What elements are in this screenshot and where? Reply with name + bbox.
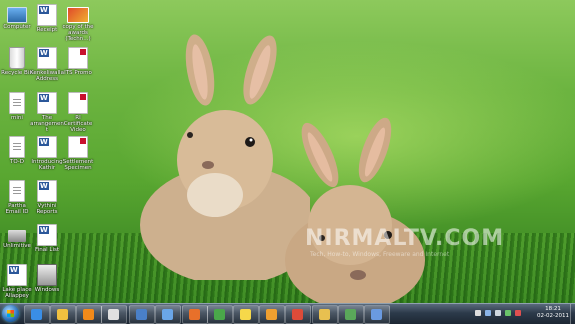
desktop-icon-receipt[interactable]: Receipt: [30, 4, 64, 33]
desktop-icon-label: The arrangement: [30, 115, 64, 134]
desktop-icon-label: Kenkeliwalla Address: [30, 70, 64, 83]
outlook-icon: [266, 309, 277, 320]
watermark-title: NIRMALTV.COM: [305, 226, 505, 251]
desktop-icon-its-promo[interactable]: ITS Promo: [61, 47, 95, 76]
desktop-icon-awards[interactable]: copy of the awards (Techn...): [61, 4, 95, 43]
media-player-icon: [83, 309, 94, 320]
app-check-icon: [136, 309, 147, 320]
word-document-icon: [37, 4, 57, 26]
desktop-icon-label: Unlimitive: [3, 243, 31, 249]
system-tray: 18:21 02-02-2011: [465, 304, 575, 324]
taskbar-button-file-explorer[interactable]: [50, 305, 76, 324]
desktop-icon-partha-email[interactable]: Partha Email ID: [0, 180, 34, 215]
app-blue-window-icon: [162, 309, 173, 320]
desktop-icon-label: RI Certificate Video: [63, 115, 93, 134]
desktop-icon-label: TO-D: [9, 159, 25, 165]
word-document-icon: [37, 47, 57, 69]
desktop-icon-arrangement[interactable]: The arrangement: [30, 92, 64, 134]
word-document-icon: [7, 264, 27, 286]
desktop-icon-label: Computer: [3, 24, 31, 30]
word-document-icon: [37, 92, 57, 114]
taskbar-button-media-player[interactable]: [76, 305, 102, 324]
app-icon: [8, 230, 26, 242]
pdf-file-icon: [68, 92, 88, 114]
tray-battery-icon[interactable]: [505, 310, 511, 316]
desktop-icon-lake-place[interactable]: Lake place Allappey: [0, 264, 34, 299]
desktop-icon-todo[interactable]: TO-D: [0, 136, 34, 165]
sticky-notes-icon: [240, 309, 251, 320]
desktop-icon-label: Receipt: [36, 27, 58, 33]
tray-app-icon[interactable]: [515, 310, 521, 316]
desktop-icon-label: copy of the awards (Techn...): [62, 24, 94, 43]
desktop-icon-final-list[interactable]: Final List: [30, 224, 64, 253]
taskbar-button-hp-app[interactable]: [101, 305, 127, 324]
show-desktop-button[interactable]: [570, 304, 575, 324]
desktop-icon-label: Settlement Specimen: [62, 159, 94, 172]
taskbar-button-app-yellow-folder[interactable]: [312, 305, 338, 324]
desktop[interactable]: NIRMALTV.COM Tech, How-to, Windows, Free…: [0, 0, 575, 303]
internet-explorer-icon: [31, 309, 42, 320]
text-file-icon: [9, 136, 25, 158]
desktop-icon-unlimitive[interactable]: Unlimitive: [0, 224, 34, 249]
app-network-icon: [371, 309, 382, 320]
desktop-icon-label: mini: [11, 115, 23, 121]
desktop-icon-label: Final List: [34, 247, 60, 253]
text-file-icon: [9, 92, 25, 114]
file-explorer-icon: [57, 309, 68, 320]
desktop-icon-label: Recycle Bin: [1, 70, 33, 76]
text-file-icon: [9, 180, 25, 202]
taskbar-button-sticky-notes[interactable]: [233, 305, 259, 324]
word-document-icon: [37, 224, 57, 246]
taskbar-button-app-blue-window[interactable]: [155, 305, 181, 324]
desktop-icon-vythini[interactable]: Vythini Reports: [30, 180, 64, 215]
desktop-icon-label: Introducing Kathir: [31, 159, 63, 172]
app-icon: [37, 264, 57, 286]
desktop-icon-label: Lake place Allappey: [2, 287, 32, 300]
pdf-file-icon: [68, 136, 88, 158]
image-file-icon: [67, 7, 89, 23]
pdf-file-icon: [68, 47, 88, 69]
taskbar-button-internet-explorer[interactable]: [24, 305, 50, 324]
watermark-subtitle: Tech, How-to, Windows, Freeware and Inte…: [310, 251, 450, 258]
desktop-icon-recycle-bin[interactable]: Recycle Bin: [0, 47, 34, 76]
app-green-icon: [214, 309, 225, 320]
desktop-icon-kathir[interactable]: Introducing Kathir: [30, 136, 64, 171]
desktop-icon-address[interactable]: Kenkeliwalla Address: [30, 47, 64, 82]
clock-date: 02-02-2011: [537, 313, 569, 319]
rabbit-right: [285, 117, 425, 303]
taskbar-button-app-green[interactable]: [207, 305, 233, 324]
tray-network-icon[interactable]: [485, 310, 491, 316]
taskbar: 18:21 02-02-2011: [0, 303, 575, 324]
word-document-icon: [37, 136, 57, 158]
start-button[interactable]: [2, 305, 19, 322]
desktop-icon-label: Vythini Reports: [36, 203, 58, 216]
desktop-icon-settlement[interactable]: Settlement Specimen: [61, 136, 95, 171]
taskbar-button-app-check[interactable]: [129, 305, 155, 324]
firefox-icon: [189, 309, 200, 320]
desktop-icon-label: Windows: [34, 287, 60, 293]
desktop-icon-label: Partha Email ID: [5, 203, 29, 216]
app-yellow-folder-icon: [319, 309, 330, 320]
taskbar-button-firefox[interactable]: [182, 305, 208, 324]
clock[interactable]: 18:21 02-02-2011: [537, 306, 569, 320]
tray-flag-icon[interactable]: [475, 310, 481, 316]
taskbar-button-app-green-tools[interactable]: [338, 305, 364, 324]
recycle-bin-icon: [9, 47, 25, 69]
chrome-icon: [292, 309, 303, 320]
taskbar-button-outlook[interactable]: [259, 305, 285, 324]
desktop-icon-computer[interactable]: Computer: [0, 4, 34, 30]
desktop-icon-windows[interactable]: Windows: [30, 264, 64, 293]
hp-app-icon: [108, 309, 119, 320]
app-green-tools-icon: [345, 309, 356, 320]
desktop-icon-label: ITS Promo: [64, 70, 92, 76]
computer-icon: [7, 7, 27, 23]
word-document-icon: [37, 180, 57, 202]
desktop-icon-ri-certificate[interactable]: RI Certificate Video: [61, 92, 95, 134]
clock-time: 18:21: [545, 306, 561, 312]
tray-volume-icon[interactable]: [495, 310, 501, 316]
desktop-icon-mini[interactable]: mini: [0, 92, 34, 121]
taskbar-button-chrome[interactable]: [285, 305, 311, 324]
taskbar-button-app-network[interactable]: [364, 305, 390, 324]
